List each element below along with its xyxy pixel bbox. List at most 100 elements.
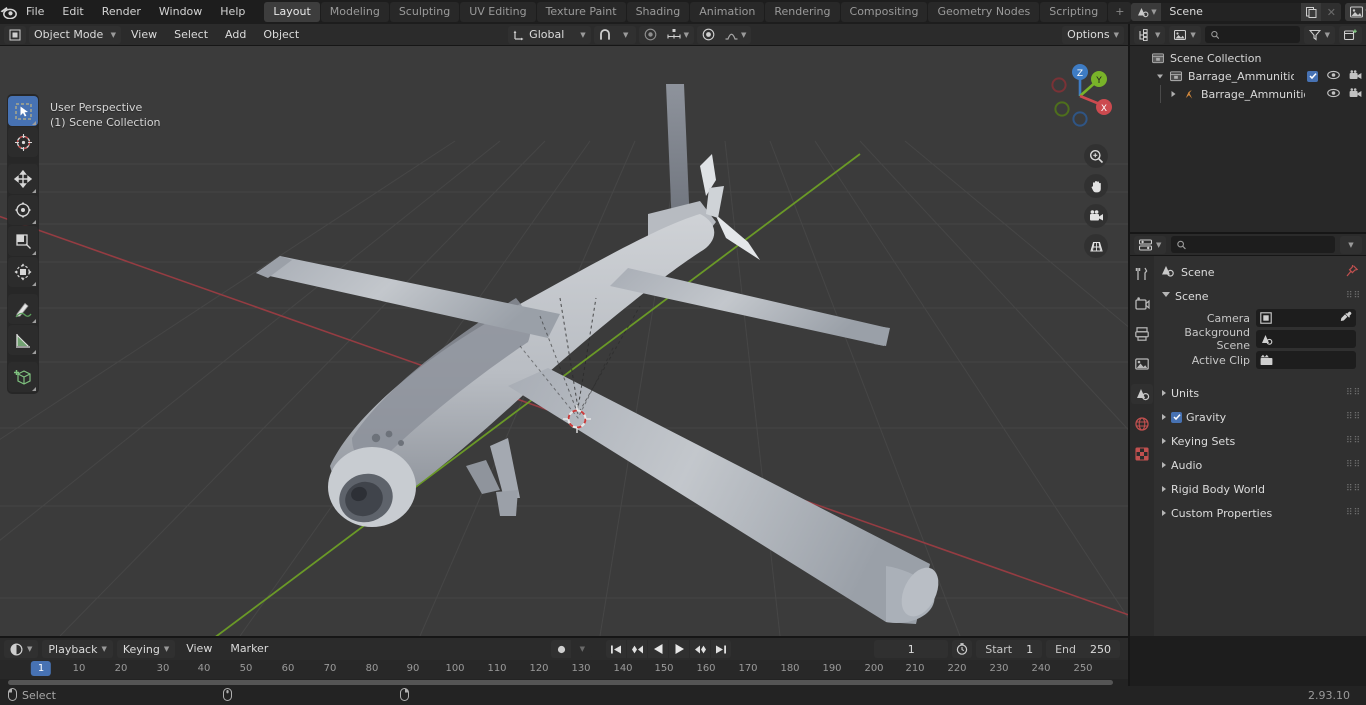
jump-to-end-icon[interactable] bbox=[711, 640, 732, 658]
panel-divider[interactable] bbox=[1130, 232, 1366, 234]
properties-tab-render[interactable] bbox=[1131, 294, 1153, 314]
properties-tab-view-layer[interactable] bbox=[1131, 354, 1153, 374]
navigation-gizmo[interactable]: Z Y X bbox=[1042, 58, 1118, 134]
timeline-scrollbar[interactable] bbox=[0, 679, 1130, 686]
playback-dropdown[interactable]: Playback ▼ bbox=[42, 640, 113, 658]
pivot-controls[interactable]: ▼ bbox=[697, 25, 752, 44]
object-mode-selector[interactable]: Object Mode ▼ bbox=[29, 25, 121, 44]
blender-logo-icon[interactable] bbox=[0, 0, 17, 24]
hand-pan-icon[interactable] bbox=[1084, 174, 1108, 198]
eye-visibility-icon[interactable] bbox=[1327, 70, 1340, 83]
cursor-tool[interactable] bbox=[8, 127, 38, 157]
tab-sculpting[interactable]: Sculpting bbox=[389, 2, 460, 22]
play-reverse-icon[interactable] bbox=[648, 640, 669, 658]
record-icon[interactable] bbox=[551, 640, 572, 658]
tab-shading[interactable]: Shading bbox=[626, 2, 690, 22]
list-item[interactable]: Scene Collection bbox=[1130, 49, 1366, 67]
magnet-icon[interactable] bbox=[594, 26, 616, 44]
menu-edit[interactable]: Edit bbox=[53, 3, 92, 21]
timeline-scrollbar-thumb[interactable] bbox=[8, 680, 1113, 685]
panel-header-keying-sets[interactable]: Keying Sets ⠿⠿ bbox=[1154, 431, 1366, 451]
frame-end-field[interactable]: End 250 bbox=[1046, 640, 1120, 658]
eyedropper-icon[interactable] bbox=[1340, 311, 1352, 326]
zoom-icon[interactable] bbox=[1084, 144, 1108, 168]
view-layer-selector[interactable]: ▼ View Layer ✕ bbox=[1345, 3, 1366, 21]
snap-controls[interactable]: ▼ bbox=[593, 25, 636, 44]
camera-render-visibility-icon[interactable] bbox=[1349, 87, 1362, 101]
ortho-persp-toggle-icon[interactable] bbox=[1084, 234, 1108, 258]
transform-orientation-selector[interactable]: Global ▼ bbox=[508, 25, 591, 44]
camera-view-icon[interactable] bbox=[1084, 204, 1108, 228]
timeline-editor-icon[interactable]: ▼ bbox=[4, 640, 39, 658]
panel-header-scene[interactable]: Scene ⠿⠿ bbox=[1154, 286, 1366, 306]
viewport-menu-view[interactable]: View bbox=[124, 26, 164, 44]
frame-start-field[interactable]: Start 1 bbox=[976, 640, 1043, 658]
properties-options-dropdown[interactable]: ▼ bbox=[1340, 235, 1362, 254]
timeline-ruler[interactable]: 1 10 20 30 40 50 60 70 80 90 100 110 120… bbox=[0, 660, 1130, 680]
tab-compositing[interactable]: Compositing bbox=[840, 2, 928, 22]
panel-header-units[interactable]: Units ⠿⠿ bbox=[1154, 383, 1366, 403]
new-copy-icon[interactable] bbox=[1301, 3, 1322, 21]
menu-window[interactable]: Window bbox=[150, 3, 211, 21]
outliner-display-mode-icon[interactable]: ▼ bbox=[1134, 25, 1166, 44]
properties-tab-world[interactable] bbox=[1131, 414, 1153, 434]
snap-dropdown[interactable]: ▼ bbox=[616, 26, 636, 44]
scene-icon[interactable]: ▼ bbox=[1131, 3, 1162, 21]
viewport-menu-add[interactable]: Add bbox=[218, 26, 253, 44]
menu-render[interactable]: Render bbox=[93, 3, 150, 21]
tab-scripting[interactable]: Scripting bbox=[1040, 2, 1108, 22]
properties-search-input[interactable] bbox=[1171, 236, 1335, 253]
timeline-menu-view[interactable]: View bbox=[179, 640, 219, 658]
camera-render-visibility-icon[interactable] bbox=[1349, 69, 1362, 83]
properties-editor-icon[interactable]: ▼ bbox=[1134, 235, 1167, 254]
proportional-edit-controls[interactable]: ▼ bbox=[638, 25, 695, 44]
scale-tool[interactable] bbox=[8, 226, 38, 256]
scene-selector[interactable]: ▼ Scene ✕ bbox=[1131, 3, 1342, 21]
options-dropdown[interactable]: Options ▼ bbox=[1062, 25, 1124, 44]
view-layer-icon[interactable]: ▼ bbox=[1345, 3, 1366, 21]
play-icon[interactable] bbox=[669, 640, 690, 658]
pin-icon[interactable] bbox=[1346, 264, 1359, 280]
tab-rendering[interactable]: Rendering bbox=[765, 2, 840, 22]
proportional-edit-icon[interactable] bbox=[639, 26, 662, 44]
panel-header-custom-properties[interactable]: Custom Properties ⠿⠿ bbox=[1154, 503, 1366, 523]
properties-tab-output[interactable] bbox=[1131, 324, 1153, 344]
transform-tool[interactable] bbox=[8, 257, 38, 287]
panel-header-gravity[interactable]: Gravity ⠿⠿ bbox=[1154, 407, 1366, 427]
tab-texture-paint[interactable]: Texture Paint bbox=[536, 2, 626, 22]
panel-divider[interactable] bbox=[0, 636, 1128, 638]
tab-animation[interactable]: Animation bbox=[690, 2, 765, 22]
checkbox-enabled[interactable] bbox=[1307, 70, 1318, 82]
gravity-checkbox[interactable] bbox=[1171, 411, 1182, 423]
jump-to-start-icon[interactable] bbox=[606, 640, 627, 658]
add-cube-tool[interactable] bbox=[8, 362, 38, 392]
panel-header-audio[interactable]: Audio ⠿⠿ bbox=[1154, 455, 1366, 475]
menu-file[interactable]: File bbox=[17, 3, 53, 21]
editor-type-selector[interactable] bbox=[4, 25, 26, 44]
3d-viewport[interactable]: User Perspective (1) Scene Collection ▼ … bbox=[0, 46, 1128, 636]
tweak-select-tool[interactable] bbox=[8, 96, 38, 126]
tab-uv-editing[interactable]: UV Editing bbox=[460, 2, 536, 22]
current-frame-field[interactable]: 1 bbox=[874, 640, 949, 658]
rotate-tool[interactable] bbox=[8, 195, 38, 225]
properties-tab-tool[interactable] bbox=[1131, 264, 1153, 284]
tab-layout[interactable]: Layout bbox=[264, 2, 320, 22]
properties-tab-texture[interactable] bbox=[1131, 444, 1153, 464]
disclosure-triangle-open-icon[interactable] bbox=[1154, 72, 1166, 80]
menu-help[interactable]: Help bbox=[211, 3, 254, 21]
disclosure-triangle-closed-icon[interactable] bbox=[1167, 90, 1179, 98]
timeline-menu-marker[interactable]: Marker bbox=[223, 640, 275, 658]
panel-header-rigid-body-world[interactable]: Rigid Body World ⠿⠿ bbox=[1154, 479, 1366, 499]
list-item[interactable]: Barrage_Ammunition_Dr bbox=[1130, 85, 1366, 103]
background-scene-field[interactable] bbox=[1256, 330, 1356, 348]
funnel-filter-icon[interactable]: ▼ bbox=[1303, 25, 1335, 44]
outliner-search-field[interactable] bbox=[1223, 28, 1294, 41]
tab-geometry-nodes[interactable]: Geometry Nodes bbox=[928, 2, 1040, 22]
use-preview-range-icon[interactable] bbox=[952, 640, 973, 658]
eye-visibility-icon[interactable] bbox=[1327, 88, 1340, 101]
active-clip-field[interactable] bbox=[1256, 351, 1356, 369]
viewport-menu-object[interactable]: Object bbox=[256, 26, 306, 44]
annotate-tool[interactable] bbox=[8, 294, 38, 324]
panel-divider[interactable] bbox=[1128, 24, 1130, 686]
playhead[interactable]: 1 bbox=[30, 661, 52, 676]
